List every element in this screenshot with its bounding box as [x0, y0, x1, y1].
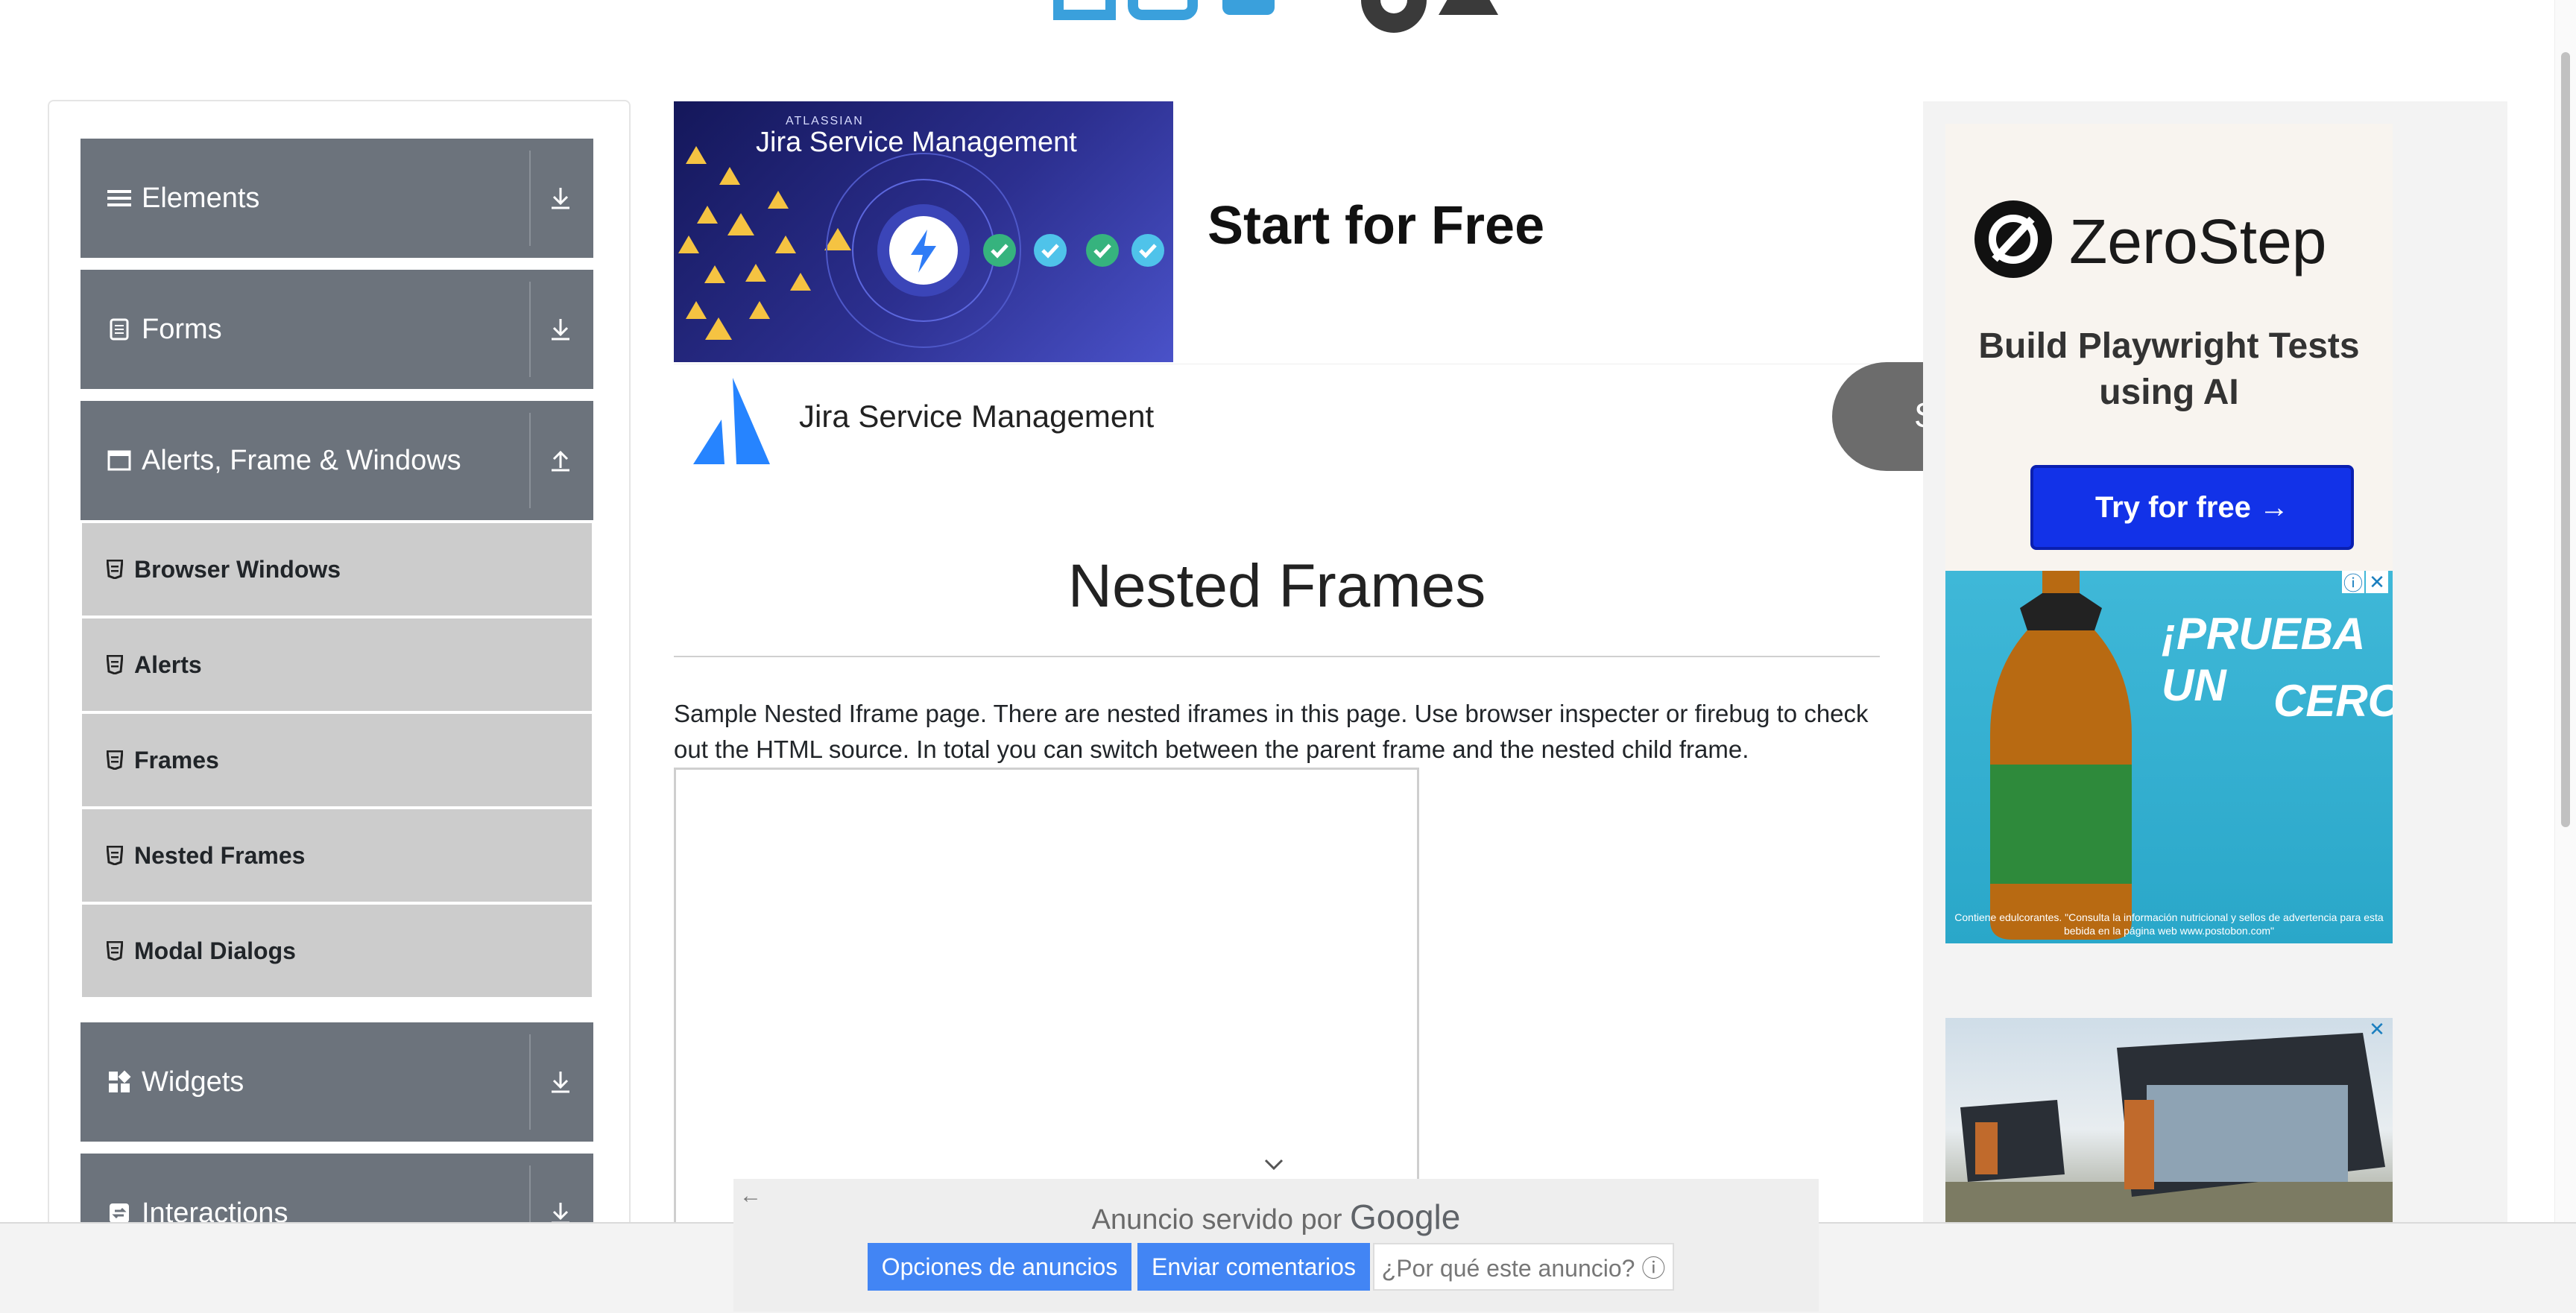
html5-icon — [104, 750, 125, 771]
why-this-ad-button[interactable]: ¿Por qué este anuncio? ⓘ — [1373, 1243, 1674, 1291]
document-icon — [106, 316, 133, 343]
tea-bottle-image — [1990, 571, 2132, 940]
ad-close-icon[interactable]: ✕ — [2366, 1018, 2388, 1040]
sub-item-label: Nested Frames — [134, 841, 306, 869]
title-divider — [674, 656, 1880, 657]
sub-item-modal-dialogs[interactable]: Modal Dialogs — [82, 905, 592, 997]
mr-tea-ad[interactable]: ¡PRUEBA UN CERO Contiene edulcorantes. "… — [1945, 571, 2393, 943]
html5-icon — [104, 845, 125, 866]
scrollbar-thumb[interactable] — [2561, 52, 2570, 827]
group-alerts-frame-windows[interactable]: Alerts, Frame & Windows — [80, 401, 593, 520]
divider — [529, 151, 531, 246]
ad-banner-image[interactable]: ATLASSIAN Jira Service Management — [674, 101, 1173, 362]
google-ad-feedback-bar: ← Anuncio servido por Google Opciones de… — [733, 1179, 1819, 1312]
group-label: Elements — [142, 182, 260, 214]
chevron-down-icon[interactable] — [1263, 1154, 1285, 1176]
group-label: Widgets — [142, 1066, 244, 1098]
sub-item-label: Modal Dialogs — [134, 937, 296, 964]
ad-brand-label: Jira Service Management — [799, 399, 1155, 434]
send-feedback-button[interactable]: Enviar comentarios — [1137, 1243, 1370, 1291]
ad-headline[interactable]: Start for Free — [1208, 195, 1544, 256]
atlassian-logo-icon — [693, 378, 770, 464]
sub-item-label: Frames — [134, 746, 219, 773]
served-by-text: Anuncio servido por Google — [733, 1197, 1819, 1237]
ad-options-button[interactable]: Opciones de anuncios — [868, 1243, 1131, 1291]
toolsqa-logo[interactable] — [1051, 0, 1528, 52]
served-prefix: Anuncio servido por — [1091, 1204, 1342, 1236]
upload-arrow-icon[interactable] — [538, 438, 583, 483]
html5-icon — [104, 940, 125, 961]
right-ad-column: ZeroStep Build Playwright Tests using AI… — [1923, 101, 2507, 1249]
group-elements[interactable]: Elements — [80, 139, 593, 258]
try-for-free-button[interactable]: Try for free → — [2030, 465, 2354, 550]
tea-subheadline: CERO — [2273, 676, 2393, 726]
hamburger-icon — [106, 185, 133, 212]
sub-item-label: Alerts — [134, 651, 202, 678]
divider — [529, 1034, 531, 1130]
download-arrow-icon[interactable] — [538, 1060, 583, 1104]
sub-item-label: Browser Windows — [134, 555, 341, 583]
group-label: Forms — [142, 313, 222, 345]
page-title: Nested Frames — [1067, 552, 1486, 620]
page-description: Sample Nested Iframe page. There are nes… — [674, 700, 1869, 763]
group-forms[interactable]: Forms — [80, 270, 593, 389]
zerostep-logo-icon — [1974, 200, 2052, 278]
google-wordmark: Google — [1350, 1197, 1461, 1236]
sub-item-nested-frames[interactable]: Nested Frames — [82, 809, 592, 902]
ad-brand-bar[interactable]: Jira Service Management — [674, 364, 1926, 475]
download-arrow-icon[interactable] — [538, 307, 583, 352]
warning-icons-graphic — [678, 146, 1164, 348]
widgets-icon — [106, 1069, 133, 1095]
download-arrow-icon[interactable] — [538, 176, 583, 221]
sub-item-alerts[interactable]: Alerts — [82, 618, 592, 711]
modular-house-ad[interactable]: ✕ — [1945, 1018, 2393, 1241]
house-image — [1945, 1033, 2393, 1241]
ad-close-icon[interactable]: ✕ — [2366, 571, 2388, 593]
group-label: Alerts, Frame & Windows — [142, 444, 461, 476]
parent-iframe[interactable] — [674, 768, 1419, 1244]
divider — [529, 413, 531, 508]
page-scrollbar[interactable] — [2554, 0, 2576, 1222]
ad-info-icon[interactable]: ⓘ — [2342, 571, 2364, 595]
tea-fine-print: Contiene edulcorantes. "Consulta la info… — [1954, 911, 2384, 937]
jira-ad[interactable]: ATLASSIAN Jira Service Management Start … — [674, 101, 1951, 475]
html5-icon — [104, 559, 125, 580]
window-icon — [106, 447, 133, 474]
sub-item-browser-windows[interactable]: Browser Windows — [82, 523, 592, 616]
sub-item-frames[interactable]: Frames — [82, 714, 592, 806]
html5-icon — [104, 654, 125, 675]
divider — [529, 282, 531, 377]
zerostep-ad[interactable]: ZeroStep Build Playwright Tests using AI… — [1945, 124, 2393, 645]
left-sidebar: Elements Forms Alerts, Frame & Windows B… — [48, 100, 631, 1273]
zerostep-tagline: Build Playwright Tests using AI — [1978, 326, 2360, 412]
zerostep-name: ZeroStep — [2069, 206, 2327, 276]
group-widgets[interactable]: Widgets — [80, 1022, 593, 1142]
